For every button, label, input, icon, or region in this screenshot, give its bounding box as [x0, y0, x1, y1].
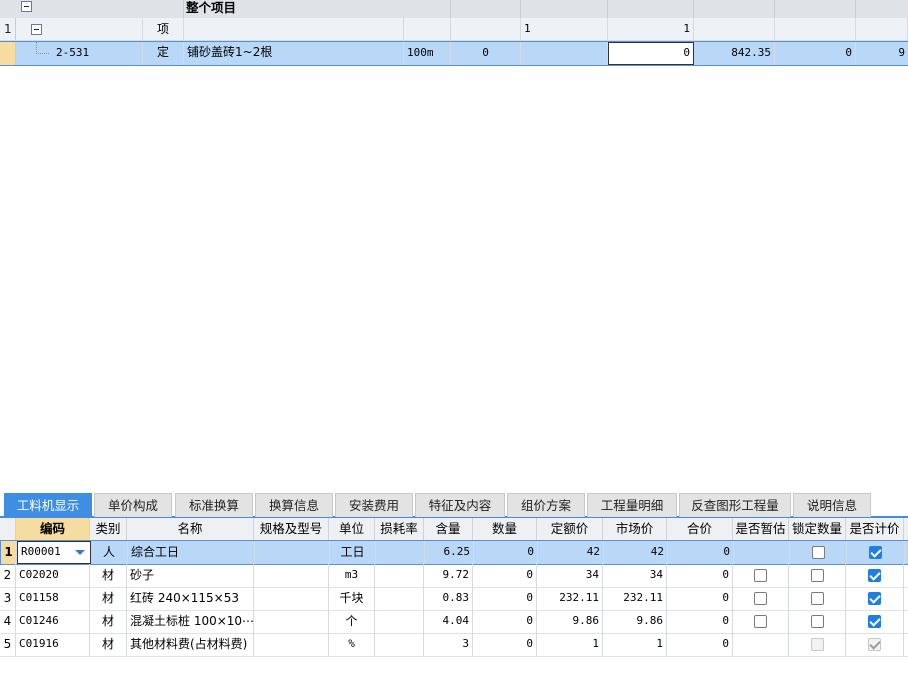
col-spec[interactable]: 规格及型号 — [254, 518, 329, 540]
col-unit[interactable]: 单位 — [329, 518, 375, 540]
tab-conversion-info[interactable]: 换算信息 — [255, 493, 333, 517]
col-market-price[interactable]: 市场价 — [603, 518, 667, 540]
row-number: 1 — [1, 541, 17, 564]
chevron-down-icon[interactable] — [75, 550, 85, 555]
row-number: 2 — [0, 564, 16, 587]
col-name[interactable]: 名称 — [127, 518, 254, 540]
row-number: 4 — [0, 610, 16, 633]
collapse-icon[interactable] — [21, 1, 32, 12]
quota-code[interactable]: 2-531 — [52, 42, 143, 65]
tab-description[interactable]: 说明信息 — [793, 493, 871, 517]
tab-install-cost[interactable]: 安装费用 — [335, 493, 413, 517]
priced-checkbox[interactable] — [868, 592, 881, 605]
col-priced[interactable]: 是否计价 — [846, 518, 904, 540]
col-quota-price[interactable]: 定额价 — [537, 518, 603, 540]
col-content[interactable]: 含量 — [424, 518, 473, 540]
tab-pricing-plan[interactable]: 组价方案 — [507, 493, 585, 517]
grid-header: 编码 类别 名称 规格及型号 单位 损耗率 含量 数量 定额价 市场价 合价 是… — [0, 518, 908, 541]
project-grid: 整个项目 1 项 1 1 2-531 定 铺砂盖砖1~2根 100m 0 0 8… — [0, 0, 908, 66]
col-total[interactable]: 合价 — [667, 518, 733, 540]
table-row[interactable]: 2 C02020 材 砂子 m3 9.72 0 34 34 0 — [0, 564, 908, 588]
row-number: 1 — [0, 18, 16, 40]
tab-features[interactable]: 特征及内容 — [415, 493, 505, 517]
table-row[interactable]: 4 C01246 材 混凝土标桩 100×10⋯ 个 4.04 0 9.86 9… — [0, 610, 908, 634]
provisional-checkbox[interactable] — [754, 569, 767, 582]
tab-reverse-lookup[interactable]: 反查图形工程量 — [679, 493, 791, 517]
quota-unit[interactable]: 100m — [404, 42, 451, 65]
tab-unit-price[interactable]: 单价构成 — [94, 493, 172, 517]
project-title: 整个项目 — [186, 0, 237, 15]
priced-checkbox[interactable] — [868, 569, 881, 582]
project-row[interactable]: 1 项 1 1 — [0, 18, 908, 41]
project-title-row: 整个项目 — [0, 0, 908, 19]
priced-checkbox[interactable] — [869, 546, 882, 559]
detail-tabs: 工料机显示 单价构成 标准换算 换算信息 安装费用 特征及内容 组价方案 工程量… — [0, 491, 908, 518]
table-row[interactable]: 5 C01916 材 其他材料费(占材料费) % 3 0 1 1 0 — [0, 633, 908, 657]
provisional-checkbox[interactable] — [754, 615, 767, 628]
col-category[interactable]: 类别 — [90, 518, 127, 540]
priced-checkbox — [868, 638, 881, 651]
lock-quantity-checkbox[interactable] — [810, 592, 824, 605]
col-loss-rate[interactable]: 损耗率 — [375, 518, 424, 540]
table-row[interactable]: 3 C01158 材 红砖 240×115×53 千块 0.83 0 232.1… — [0, 587, 908, 611]
priced-checkbox[interactable] — [868, 615, 881, 628]
table-row[interactable]: 1 R00001 人 综合工日 工日 6.25 0 42 42 0 — [0, 540, 908, 565]
lock-quantity-checkbox — [810, 638, 824, 651]
provisional-checkbox[interactable] — [754, 592, 767, 605]
tree-line — [36, 42, 49, 54]
lock-quantity-checkbox[interactable] — [811, 546, 825, 559]
tab-quantity-detail[interactable]: 工程量明细 — [587, 493, 677, 517]
col-quantity[interactable]: 数量 — [473, 518, 537, 540]
col-code[interactable]: 编码 — [16, 518, 90, 540]
lock-quantity-checkbox[interactable] — [810, 615, 824, 628]
col-provisional[interactable]: 是否暂估 — [733, 518, 789, 540]
tab-standard-conversion[interactable]: 标准换算 — [175, 493, 253, 517]
row-number: 3 — [0, 587, 16, 610]
quota-name[interactable]: 铺砂盖砖1~2根 — [184, 42, 404, 65]
quota-row[interactable]: 2-531 定 铺砂盖砖1~2根 100m 0 0 842.35 0 9 — [0, 41, 908, 66]
tab-labor-material[interactable]: 工料机显示 — [4, 493, 92, 517]
item-type: 定 — [143, 42, 184, 65]
row-number — [0, 42, 16, 65]
row-number: 5 — [0, 633, 16, 656]
lock-quantity-checkbox[interactable] — [810, 569, 824, 582]
col-lock-quantity[interactable]: 锁定数量 — [789, 518, 846, 540]
item-type: 项 — [143, 18, 184, 40]
quota-quantity-input[interactable]: 0 — [608, 42, 694, 65]
